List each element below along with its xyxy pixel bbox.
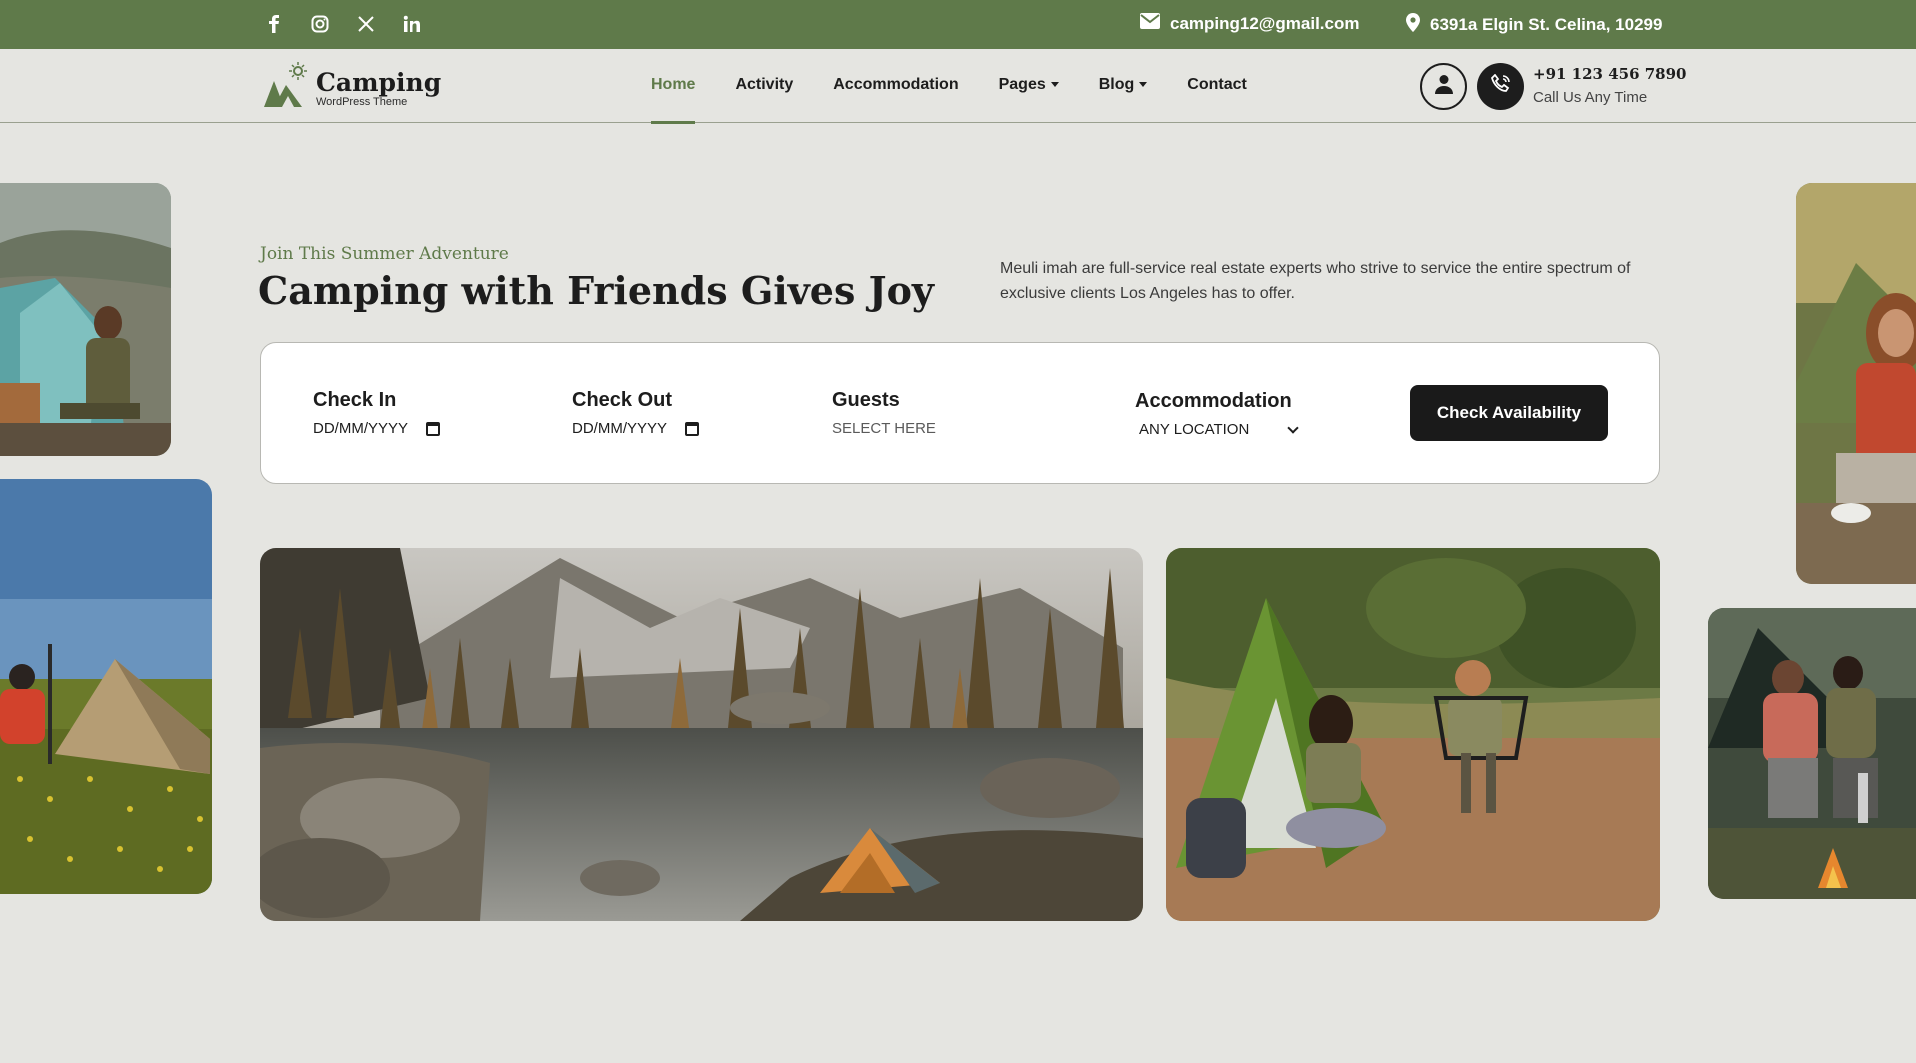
mail-icon bbox=[1140, 13, 1160, 34]
location-pin-icon bbox=[1406, 13, 1420, 37]
kids-camping-photo bbox=[1166, 548, 1660, 921]
check-out-placeholder: DD/MM/YYYY bbox=[572, 420, 668, 437]
linkedin-icon[interactable] bbox=[400, 12, 424, 36]
guests-field[interactable]: Guests SELECT HERE bbox=[832, 389, 936, 437]
nav-contact[interactable]: Contact bbox=[1187, 76, 1247, 94]
hero-title: Camping with Friends Gives Joy bbox=[258, 268, 935, 313]
top-bar: camping12@gmail.com 6391a Elgin St. Celi… bbox=[0, 0, 1916, 49]
check-out-input[interactable]: DD/MM/YYYY bbox=[572, 420, 700, 437]
camping-photo-left-bottom bbox=[0, 479, 212, 894]
account-button[interactable] bbox=[1420, 63, 1467, 110]
top-email[interactable]: camping12@gmail.com bbox=[1140, 13, 1359, 34]
tent-logo-icon bbox=[260, 61, 310, 116]
check-out-label: Check Out bbox=[572, 389, 673, 411]
facebook-icon[interactable] bbox=[262, 12, 286, 36]
nav-blog-label: Blog bbox=[1098, 76, 1135, 93]
address-text: 6391a Elgin St. Celina, 10299 bbox=[1430, 15, 1663, 34]
phone-icon bbox=[1490, 73, 1511, 99]
calendar-icon[interactable] bbox=[685, 421, 700, 436]
accommodation-label: Accommodation bbox=[1135, 390, 1292, 412]
guests-placeholder: SELECT HERE bbox=[832, 420, 936, 437]
accommodation-value: ANY LOCATION bbox=[1139, 421, 1250, 438]
check-in-field[interactable]: Check In DD/MM/YYYY bbox=[313, 389, 441, 437]
chevron-down-icon bbox=[1139, 82, 1148, 88]
x-icon[interactable] bbox=[354, 12, 378, 36]
guests-label: Guests bbox=[832, 389, 900, 411]
nav-pages[interactable]: Pages bbox=[999, 76, 1059, 94]
phone-caption: Call Us Any Time bbox=[1533, 89, 1648, 106]
phone-info: +91 123 456 7890 Call Us Any Time bbox=[1533, 65, 1686, 106]
main-header: Camping WordPress Theme Home Activity Ac… bbox=[0, 49, 1916, 124]
check-in-label: Check In bbox=[313, 389, 397, 411]
logo-title: Camping bbox=[316, 67, 442, 97]
social-links bbox=[262, 12, 424, 36]
top-address: 6391a Elgin St. Celina, 10299 bbox=[1406, 13, 1662, 37]
chevron-down-icon bbox=[1287, 421, 1299, 434]
guests-select[interactable]: SELECT HERE bbox=[832, 420, 936, 437]
phone-number[interactable]: +91 123 456 7890 bbox=[1533, 65, 1686, 83]
check-in-input[interactable]: DD/MM/YYYY bbox=[313, 420, 441, 437]
accommodation-select[interactable]: ANY LOCATION bbox=[1135, 421, 1299, 438]
check-availability-button[interactable]: Check Availability bbox=[1410, 385, 1608, 441]
calendar-icon[interactable] bbox=[426, 421, 441, 436]
instagram-icon[interactable] bbox=[308, 12, 332, 36]
hero-kicker: Join This Summer Adventure bbox=[260, 244, 509, 264]
lake-tent-photo bbox=[260, 548, 1143, 921]
check-out-field[interactable]: Check Out DD/MM/YYYY bbox=[572, 389, 700, 437]
email-text: camping12@gmail.com bbox=[1170, 13, 1360, 33]
logo-subtitle: WordPress Theme bbox=[316, 96, 408, 109]
camping-photo-right-bottom bbox=[1708, 608, 1916, 899]
main-nav: Home Activity Accommodation Pages Blog C… bbox=[651, 76, 1287, 124]
check-in-placeholder: DD/MM/YYYY bbox=[313, 420, 409, 437]
nav-activity[interactable]: Activity bbox=[735, 76, 793, 94]
booking-form: Check In DD/MM/YYYY Check Out DD/MM/YYYY… bbox=[260, 342, 1660, 484]
chevron-down-icon bbox=[1050, 82, 1059, 88]
call-button[interactable] bbox=[1477, 63, 1524, 110]
camping-photo-right-top bbox=[1796, 183, 1916, 584]
accommodation-field[interactable]: Accommodation ANY LOCATION bbox=[1135, 390, 1299, 438]
camping-photo-left-top bbox=[0, 183, 171, 456]
nav-blog[interactable]: Blog bbox=[1099, 76, 1148, 94]
hero-description: Meuli imah are full-service real estate … bbox=[1000, 260, 1631, 302]
nav-home[interactable]: Home bbox=[651, 76, 696, 124]
nav-accommodation[interactable]: Accommodation bbox=[833, 76, 958, 94]
logo[interactable]: Camping WordPress Theme bbox=[260, 61, 441, 116]
nav-pages-label: Pages bbox=[998, 76, 1046, 93]
user-icon bbox=[1434, 74, 1453, 99]
